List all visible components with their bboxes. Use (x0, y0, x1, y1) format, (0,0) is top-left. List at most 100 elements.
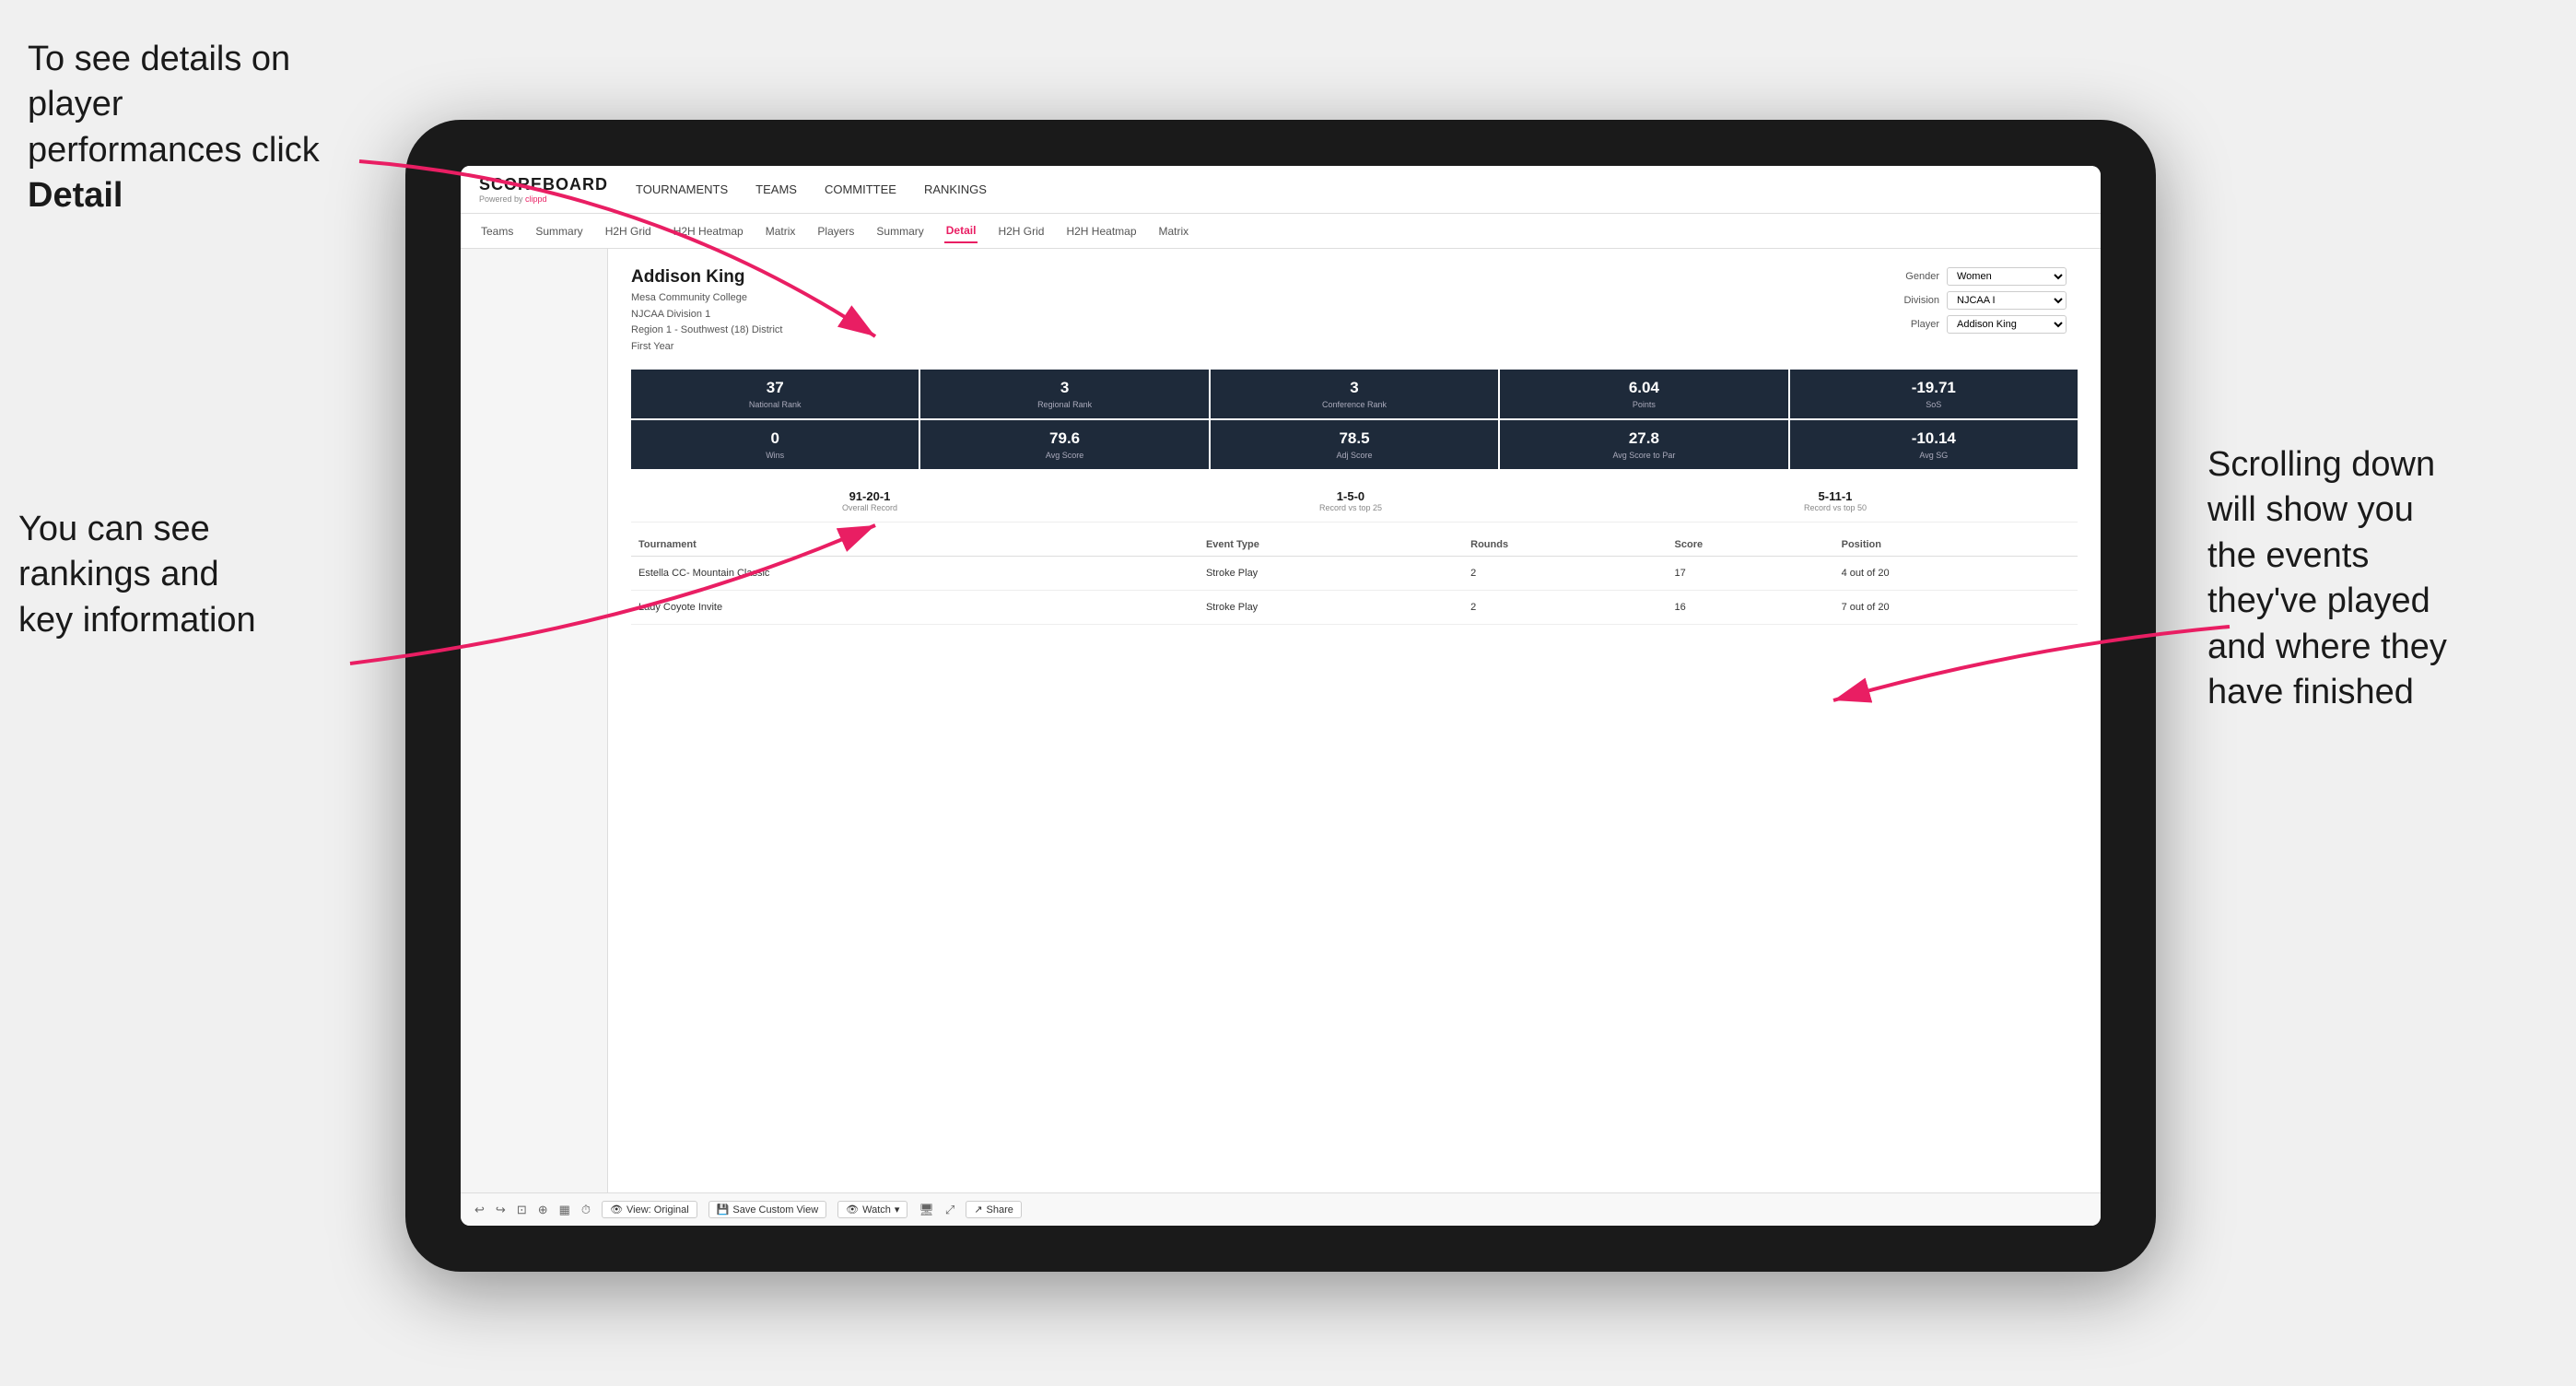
player-filter-row: Player Addison King (1893, 315, 2078, 334)
subnav-summary2[interactable]: Summary (874, 220, 925, 242)
clock-icon[interactable]: ⏱ (581, 1203, 591, 1217)
stat-wins-label: Wins (638, 451, 911, 460)
division-select[interactable]: NJCAA I (1947, 291, 2067, 310)
nav-tournaments[interactable]: TOURNAMENTS (636, 178, 728, 201)
subnav-detail[interactable]: Detail (944, 219, 978, 243)
share-button[interactable]: ↗ Share (966, 1201, 1022, 1218)
col-event-type: Event Type (1199, 534, 1463, 557)
stat-conference-rank: 3 Conference Rank (1211, 370, 1498, 418)
col-score: Score (1668, 534, 1834, 557)
stat-adj-score-value: 78.5 (1218, 429, 1491, 448)
stats-row1: 37 National Rank 3 Regional Rank 3 Confe… (631, 370, 2078, 418)
stat-avg-sg-value: -10.14 (1797, 429, 2070, 448)
screen-icon[interactable]: 🖥 (919, 1203, 934, 1217)
top50-record-value: 5-11-1 (1804, 489, 1867, 503)
view-icon: 👁 (610, 1204, 623, 1216)
main-content: Addison King Mesa Community College NJCA… (461, 249, 2101, 1192)
zoom-icon[interactable]: ⊕ (538, 1203, 548, 1217)
sub-nav: Teams Summary H2H Grid H2H Heatmap Matri… (461, 214, 2101, 249)
overall-record: 91-20-1 Overall Record (842, 489, 897, 512)
stat-sos-value: -19.71 (1797, 379, 2070, 397)
col-tournament: Tournament (631, 534, 1199, 557)
subnav-matrix2[interactable]: Matrix (1157, 220, 1191, 242)
subnav-h2h-heatmap[interactable]: H2H Heatmap (672, 220, 745, 242)
table-row: Lady Coyote Invite Stroke Play 2 16 7 ou… (631, 591, 2078, 625)
tournament-table: Tournament Event Type Rounds Score Posit… (631, 534, 2078, 625)
gender-select[interactable]: Women Men (1947, 267, 2067, 286)
player-select[interactable]: Addison King (1947, 315, 2067, 334)
player-info: Addison King Mesa Community College NJCA… (631, 267, 782, 355)
stat-points-label: Points (1507, 400, 1780, 409)
stat-national-rank-label: National Rank (638, 400, 911, 409)
share-icon: ↗ (974, 1204, 982, 1216)
rounds-1: 2 (1463, 557, 1667, 591)
app-container: SCOREBOARD Powered by clippd TOURNAMENTS… (461, 166, 2101, 1226)
logo-powered: Powered by clippd (479, 194, 608, 204)
subnav-h2h-heatmap2[interactable]: H2H Heatmap (1064, 220, 1138, 242)
watch-button[interactable]: 👁 Watch ▾ (837, 1201, 907, 1218)
subnav-h2h-grid[interactable]: H2H Grid (603, 220, 653, 242)
nav-rankings[interactable]: RANKINGS (924, 178, 987, 201)
subnav-summary[interactable]: Summary (533, 220, 584, 242)
gender-label: Gender (1893, 271, 1939, 282)
col-rounds: Rounds (1463, 534, 1667, 557)
player-name: Addison King (631, 267, 782, 288)
player-division: NJCAA Division 1 (631, 307, 782, 323)
division-filter-row: Division NJCAA I (1893, 291, 2078, 310)
undo-icon[interactable]: ↩ (474, 1203, 485, 1217)
logo-scoreboard: SCOREBOARD (479, 175, 608, 194)
detail-panel: Addison King Mesa Community College NJCA… (608, 249, 2101, 1192)
redo-icon[interactable]: ↪ (496, 1203, 506, 1217)
tablet-frame: SCOREBOARD Powered by clippd TOURNAMENTS… (405, 120, 2156, 1272)
score-1: 17 (1668, 557, 1834, 591)
score-2: 16 (1668, 591, 1834, 625)
nav-teams[interactable]: TEAMS (755, 178, 797, 201)
top25-record-label: Record vs top 25 (1319, 503, 1382, 512)
bottom-toolbar: ↩ ↪ ⊡ ⊕ ▦ ⏱ 👁 View: Original 💾 Save Cust… (461, 1192, 2101, 1226)
stat-regional-rank-label: Regional Rank (928, 400, 1200, 409)
save-custom-button[interactable]: 💾 Save Custom View (708, 1201, 826, 1218)
stat-national-rank-value: 37 (638, 379, 911, 397)
col-position: Position (1834, 534, 2078, 557)
stat-adj-score-label: Adj Score (1218, 451, 1491, 460)
player-label: Player (1893, 319, 1939, 330)
player-year: First Year (631, 339, 782, 356)
stats-row2: 0 Wins 79.6 Avg Score 78.5 Adj Score 2 (631, 420, 2078, 469)
stat-conference-rank-label: Conference Rank (1218, 400, 1491, 409)
subnav-teams[interactable]: Teams (479, 220, 515, 242)
stat-conference-rank-value: 3 (1218, 379, 1491, 397)
annotation-top-left: To see details on player performances cl… (28, 37, 341, 219)
stat-regional-rank: 3 Regional Rank (920, 370, 1208, 418)
tournament-name-2: Lady Coyote Invite (631, 591, 1199, 625)
stat-wins-value: 0 (638, 429, 911, 448)
stat-national-rank: 37 National Rank (631, 370, 919, 418)
view-original-button[interactable]: 👁 View: Original (602, 1201, 697, 1218)
zoom-fit-icon[interactable]: ⊡ (517, 1203, 527, 1217)
annotation-bottom-left: You can see rankings and key information (18, 507, 350, 643)
layout-icon[interactable]: ▦ (559, 1203, 570, 1217)
event-type-1: Stroke Play (1199, 557, 1463, 591)
event-type-2: Stroke Play (1199, 591, 1463, 625)
stat-avg-score: 79.6 Avg Score (920, 420, 1208, 469)
left-sidebar (461, 249, 608, 1192)
nav-committee[interactable]: COMMITTEE (825, 178, 896, 201)
player-school: Mesa Community College (631, 290, 782, 307)
nav-items: TOURNAMENTS TEAMS COMMITTEE RANKINGS (636, 178, 987, 201)
stat-avg-sg: -10.14 Avg SG (1790, 420, 2078, 469)
stat-points: 6.04 Points (1500, 370, 1787, 418)
tournament-name-1: Estella CC- Mountain Classic (631, 557, 1199, 591)
top-nav: SCOREBOARD Powered by clippd TOURNAMENTS… (461, 166, 2101, 214)
player-header: Addison King Mesa Community College NJCA… (631, 267, 2078, 355)
division-label: Division (1893, 295, 1939, 306)
stat-adj-score: 78.5 Adj Score (1211, 420, 1498, 469)
player-filters: Gender Women Men Division NJCAA I (1893, 267, 2078, 334)
top25-record-value: 1-5-0 (1319, 489, 1382, 503)
subnav-players[interactable]: Players (815, 220, 856, 242)
stat-sos: -19.71 SoS (1790, 370, 2078, 418)
stat-points-value: 6.04 (1507, 379, 1780, 397)
stat-avg-score-par-label: Avg Score to Par (1507, 451, 1780, 460)
subnav-matrix[interactable]: Matrix (764, 220, 798, 242)
expand-icon[interactable]: ⤢ (945, 1203, 954, 1217)
subnav-h2h-grid2[interactable]: H2H Grid (996, 220, 1046, 242)
top50-record-label: Record vs top 50 (1804, 503, 1867, 512)
